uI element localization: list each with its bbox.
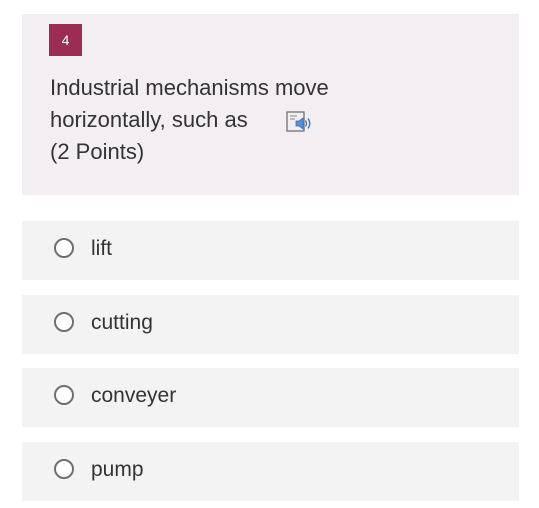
radio-button[interactable] <box>54 459 74 479</box>
question-card: 4 Industrial mechanisms move horizontall… <box>22 14 519 195</box>
option-label: pump <box>91 458 144 481</box>
immersive-reader-icon-graphic <box>286 111 311 132</box>
quiz-page: 4 Industrial mechanisms move horizontall… <box>0 0 539 508</box>
radio-button[interactable] <box>54 385 74 405</box>
option-label: cutting <box>91 311 153 334</box>
option-label: conveyer <box>91 384 177 407</box>
option-cutting[interactable]: cutting <box>22 295 519 354</box>
question-points: (2 Points) <box>50 139 145 164</box>
question-number-badge: 4 <box>49 24 82 56</box>
question-text: Industrial mechanisms move horizontally,… <box>50 75 329 132</box>
immersive-reader-icon[interactable] <box>285 109 315 135</box>
option-conveyer[interactable]: conveyer <box>22 368 519 427</box>
option-pump[interactable]: pump <box>22 442 519 501</box>
radio-button[interactable] <box>54 312 74 332</box>
option-label: lift <box>91 237 112 260</box>
option-lift[interactable]: lift <box>22 221 519 280</box>
radio-button[interactable] <box>54 238 74 258</box>
